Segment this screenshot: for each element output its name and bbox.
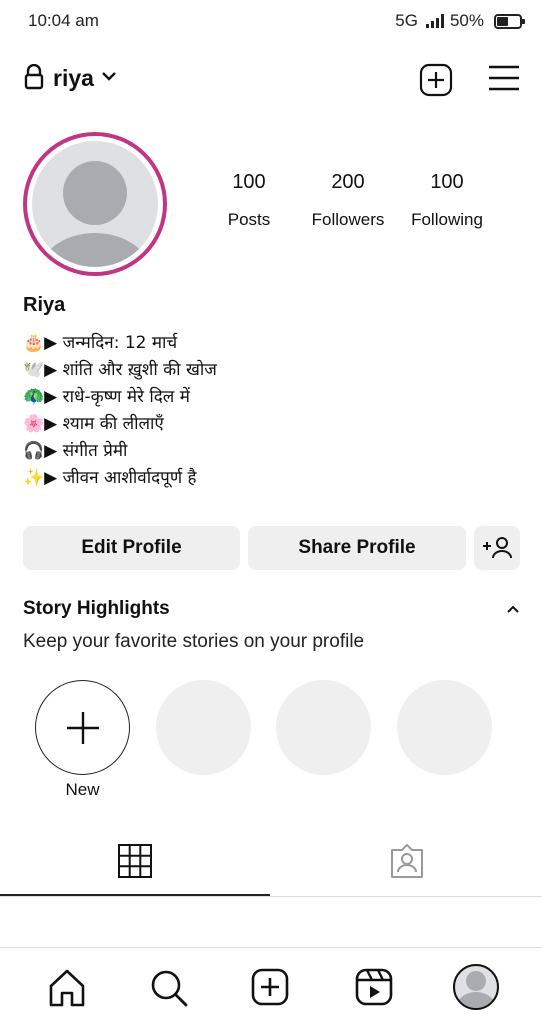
following-label: Following xyxy=(411,210,483,229)
nav-avatar-head xyxy=(466,971,486,991)
status-time: 10:04 am xyxy=(28,11,99,30)
bio-line: 🕊️▶ शांति और ख़ुशी की खोज xyxy=(23,360,217,380)
followers-label: Followers xyxy=(311,210,385,229)
battery-tip xyxy=(522,18,525,24)
status-bar: 10:04 am 5G 50% xyxy=(0,0,542,42)
tab-posts-grid[interactable] xyxy=(0,833,270,897)
plus-icon xyxy=(67,712,99,744)
story-highlights-subtitle: Keep your favorite stories on your profi… xyxy=(23,631,365,652)
nav-avatar-body xyxy=(457,992,495,1008)
tabs-divider xyxy=(0,896,542,897)
battery-icon xyxy=(494,13,525,29)
display-name: Riya xyxy=(23,294,66,316)
posts-label: Posts xyxy=(227,210,271,229)
chevron-up-icon[interactable] xyxy=(506,604,520,614)
hamburger-menu-icon[interactable] xyxy=(488,64,520,92)
reels-icon[interactable] xyxy=(355,968,393,1006)
share-profile-button[interactable]: Share Profile xyxy=(248,526,466,570)
posts-stat[interactable]: 100 Posts xyxy=(214,171,284,230)
chevron-down-icon[interactable] xyxy=(101,70,117,82)
username[interactable]: riya xyxy=(53,65,94,92)
highlight-placeholder xyxy=(397,680,492,775)
profile-avatar[interactable] xyxy=(23,132,167,276)
network-type: 5G xyxy=(395,11,418,30)
bio-line: ✨▶ जीवन आशीर्वादपूर्ण है xyxy=(23,468,197,488)
status-indicators: 5G 50% xyxy=(395,11,525,31)
story-highlights-title: Story Highlights xyxy=(23,598,170,619)
highlight-placeholder xyxy=(156,680,251,775)
signal-icon xyxy=(425,14,444,28)
home-icon[interactable] xyxy=(48,968,86,1008)
profile-tab-avatar[interactable] xyxy=(453,964,499,1010)
grid-icon xyxy=(118,844,152,878)
battery-fill xyxy=(497,16,508,26)
tagged-person-icon xyxy=(391,844,423,878)
bio: 🎂▶ जन्मदिन: 12 मार्च 🕊️▶ शांति और ख़ुशी … xyxy=(23,330,217,492)
following-stat[interactable]: 100 Following xyxy=(402,171,492,230)
bio-line: 🎂▶ जन्मदिन: 12 मार्च xyxy=(23,333,178,353)
tab-tagged[interactable] xyxy=(271,833,542,897)
new-highlight-label: New xyxy=(65,780,100,799)
followers-stat[interactable]: 200 Followers xyxy=(303,171,393,230)
avatar-body xyxy=(37,233,153,267)
bio-line: 🎧▶ संगीत प्रेमी xyxy=(23,441,128,461)
bottom-navigation xyxy=(0,947,542,1024)
posts-count: 100 xyxy=(232,171,266,193)
highlight-placeholder xyxy=(276,680,371,775)
add-person-icon xyxy=(483,537,512,559)
new-post-button[interactable] xyxy=(419,63,453,97)
followers-count: 200 xyxy=(331,171,365,193)
avatar-placeholder xyxy=(32,141,158,267)
new-highlight-button[interactable] xyxy=(35,680,130,775)
discover-people-button[interactable] xyxy=(474,526,520,570)
battery-percent: 50% xyxy=(449,11,484,30)
avatar-head xyxy=(63,161,127,225)
search-icon[interactable] xyxy=(149,968,189,1008)
bio-line: 🌸▶ श्याम की लीलाएँ xyxy=(23,414,164,434)
lock-icon xyxy=(24,64,44,90)
following-count: 100 xyxy=(430,171,464,193)
edit-profile-button[interactable]: Edit Profile xyxy=(23,526,240,570)
profile-header: riya xyxy=(0,58,542,102)
bio-line: 🦚▶ राधे-कृष्ण मेरे दिल में xyxy=(23,387,190,407)
create-icon[interactable] xyxy=(251,968,289,1006)
